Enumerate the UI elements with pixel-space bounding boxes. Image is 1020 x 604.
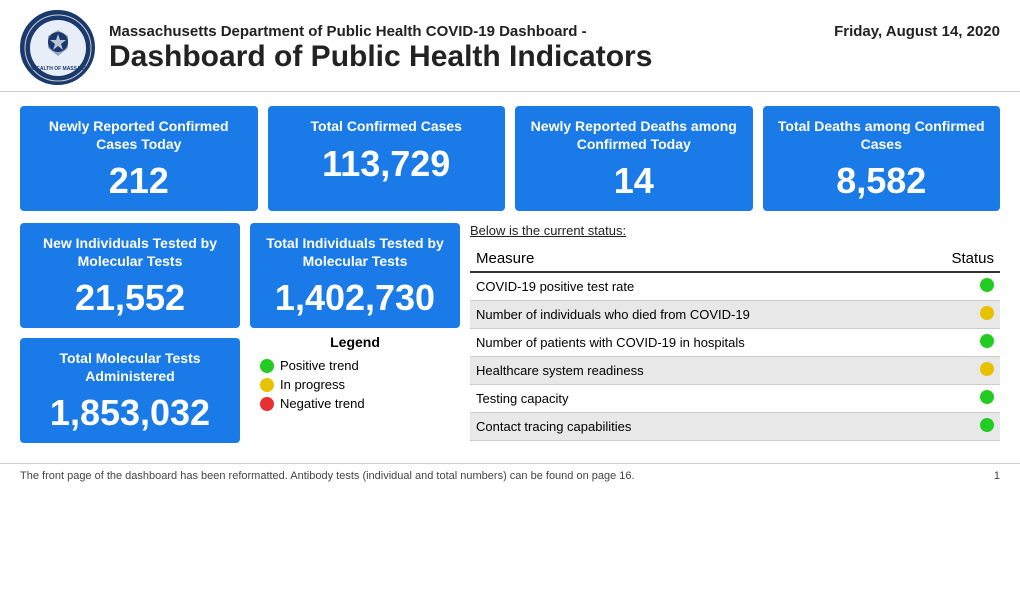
metric-card-total-mol-tests: Total Molecular Tests Administered 1,853… <box>20 338 240 443</box>
metric-card-new-cases: Newly Reported Confirmed Cases Today 212 <box>20 106 258 211</box>
legend-label: In progress <box>280 377 345 392</box>
measure-cell: Contact tracing capabilities <box>470 413 915 441</box>
ma-seal-logo: COMMONWEALTH OF MASSACHUSETTS <box>20 10 95 85</box>
measure-cell: Number of individuals who died from COVI… <box>470 301 915 329</box>
footer: The front page of the dashboard has been… <box>0 463 1020 488</box>
metric-card-total-cases-value: 113,729 <box>278 146 496 182</box>
main-content: Newly Reported Confirmed Cases Today 212… <box>0 92 1020 463</box>
metric-card-total-deaths: Total Deaths among Confirmed Cases 8,582 <box>763 106 1001 211</box>
header-titles: Massachusetts Department of Public Healt… <box>109 23 1000 73</box>
status-dot <box>980 390 994 404</box>
metric-card-new-tested: New Individuals Tested by Molecular Test… <box>20 223 240 328</box>
metric-card-total-deaths-title: Total Deaths among Confirmed Cases <box>773 118 991 153</box>
metric-card-total-mol-tests-title: Total Molecular Tests Administered <box>30 350 230 385</box>
legend-item: In progress <box>260 377 450 392</box>
legend-item: Negative trend <box>260 396 450 411</box>
metric-card-new-tested-title: New Individuals Tested by Molecular Test… <box>30 235 230 270</box>
table-row: Healthcare system readiness <box>470 357 1000 385</box>
table-row: Number of individuals who died from COVI… <box>470 301 1000 329</box>
metric-card-new-cases-title: Newly Reported Confirmed Cases Today <box>30 118 248 153</box>
metric-card-total-deaths-value: 8,582 <box>773 163 991 199</box>
metric-card-total-individuals-tested: Total Individuals Tested by Molecular Te… <box>250 223 460 328</box>
second-row-left: New Individuals Tested by Molecular Test… <box>20 223 240 443</box>
metric-cards-row1: Newly Reported Confirmed Cases Today 212… <box>20 106 1000 211</box>
legend-item: Positive trend <box>260 358 450 373</box>
second-row-right: Below is the current status: Measure Sta… <box>470 223 1000 441</box>
second-row-mid: Total Individuals Tested by Molecular Te… <box>250 223 460 421</box>
metric-card-total-ind-tested-title: Total Individuals Tested by Molecular Te… <box>260 235 450 270</box>
metric-card-new-deaths-value: 14 <box>525 163 743 199</box>
measure-cell: Healthcare system readiness <box>470 357 915 385</box>
legend-box: Legend Positive trend In progress Negative … <box>250 328 460 421</box>
measure-cell: COVID-19 positive test rate <box>470 272 915 301</box>
status-cell <box>915 357 1000 385</box>
metric-card-new-tested-value: 21,552 <box>30 280 230 316</box>
status-dot <box>980 362 994 376</box>
page-header: COMMONWEALTH OF MASSACHUSETTS Massachuse… <box>0 0 1020 92</box>
status-table: Measure Status COVID-19 positive test ra… <box>470 246 1000 441</box>
legend-title: Legend <box>260 334 450 350</box>
table-row: COVID-19 positive test rate <box>470 272 1000 301</box>
metric-card-new-deaths: Newly Reported Deaths among Confirmed To… <box>515 106 753 211</box>
metric-card-new-deaths-title: Newly Reported Deaths among Confirmed To… <box>525 118 743 153</box>
status-dot <box>980 334 994 348</box>
status-section: Below is the current status: Measure Sta… <box>470 223 1000 441</box>
status-cell <box>915 301 1000 329</box>
measure-cell: Testing capacity <box>470 385 915 413</box>
table-row: Testing capacity <box>470 385 1000 413</box>
legend-label: Negative trend <box>280 396 365 411</box>
status-cell <box>915 272 1000 301</box>
second-row: New Individuals Tested by Molecular Test… <box>20 223 1000 443</box>
metric-card-new-cases-value: 212 <box>30 163 248 199</box>
table-row: Contact tracing capabilities <box>470 413 1000 441</box>
col-measure-header: Measure <box>470 246 915 272</box>
metric-card-total-cases-title: Total Confirmed Cases <box>278 118 496 136</box>
metric-card-total-ind-tested-value: 1,402,730 <box>260 280 450 316</box>
measure-cell: Number of patients with COVID-19 in hosp… <box>470 329 915 357</box>
header-date: Friday, August 14, 2020 <box>834 23 1000 40</box>
header-top-line: Massachusetts Department of Public Healt… <box>109 23 1000 40</box>
legend-dot <box>260 359 274 373</box>
legend-dot <box>260 397 274 411</box>
status-cell <box>915 329 1000 357</box>
svg-text:COMMONWEALTH OF MASSACHUSETTS: COMMONWEALTH OF MASSACHUSETTS <box>24 66 92 72</box>
metric-card-total-cases: Total Confirmed Cases 113,729 <box>268 106 506 211</box>
status-dot <box>980 418 994 432</box>
page-number: 1 <box>994 470 1000 482</box>
org-name: Massachusetts Department of Public Healt… <box>109 23 587 40</box>
status-dot <box>980 278 994 292</box>
legend-dot <box>260 378 274 392</box>
metric-card-total-mol-tests-value: 1,853,032 <box>30 395 230 431</box>
status-cell <box>915 413 1000 441</box>
legend-label: Positive trend <box>280 358 359 373</box>
page-main-title: Dashboard of Public Health Indicators <box>109 40 1000 73</box>
status-cell <box>915 385 1000 413</box>
col-status-header: Status <box>915 246 1000 272</box>
table-row: Number of patients with COVID-19 in hosp… <box>470 329 1000 357</box>
status-header-text: Below is the current status: <box>470 223 1000 238</box>
footer-note-text: The front page of the dashboard has been… <box>20 470 635 482</box>
status-dot <box>980 306 994 320</box>
